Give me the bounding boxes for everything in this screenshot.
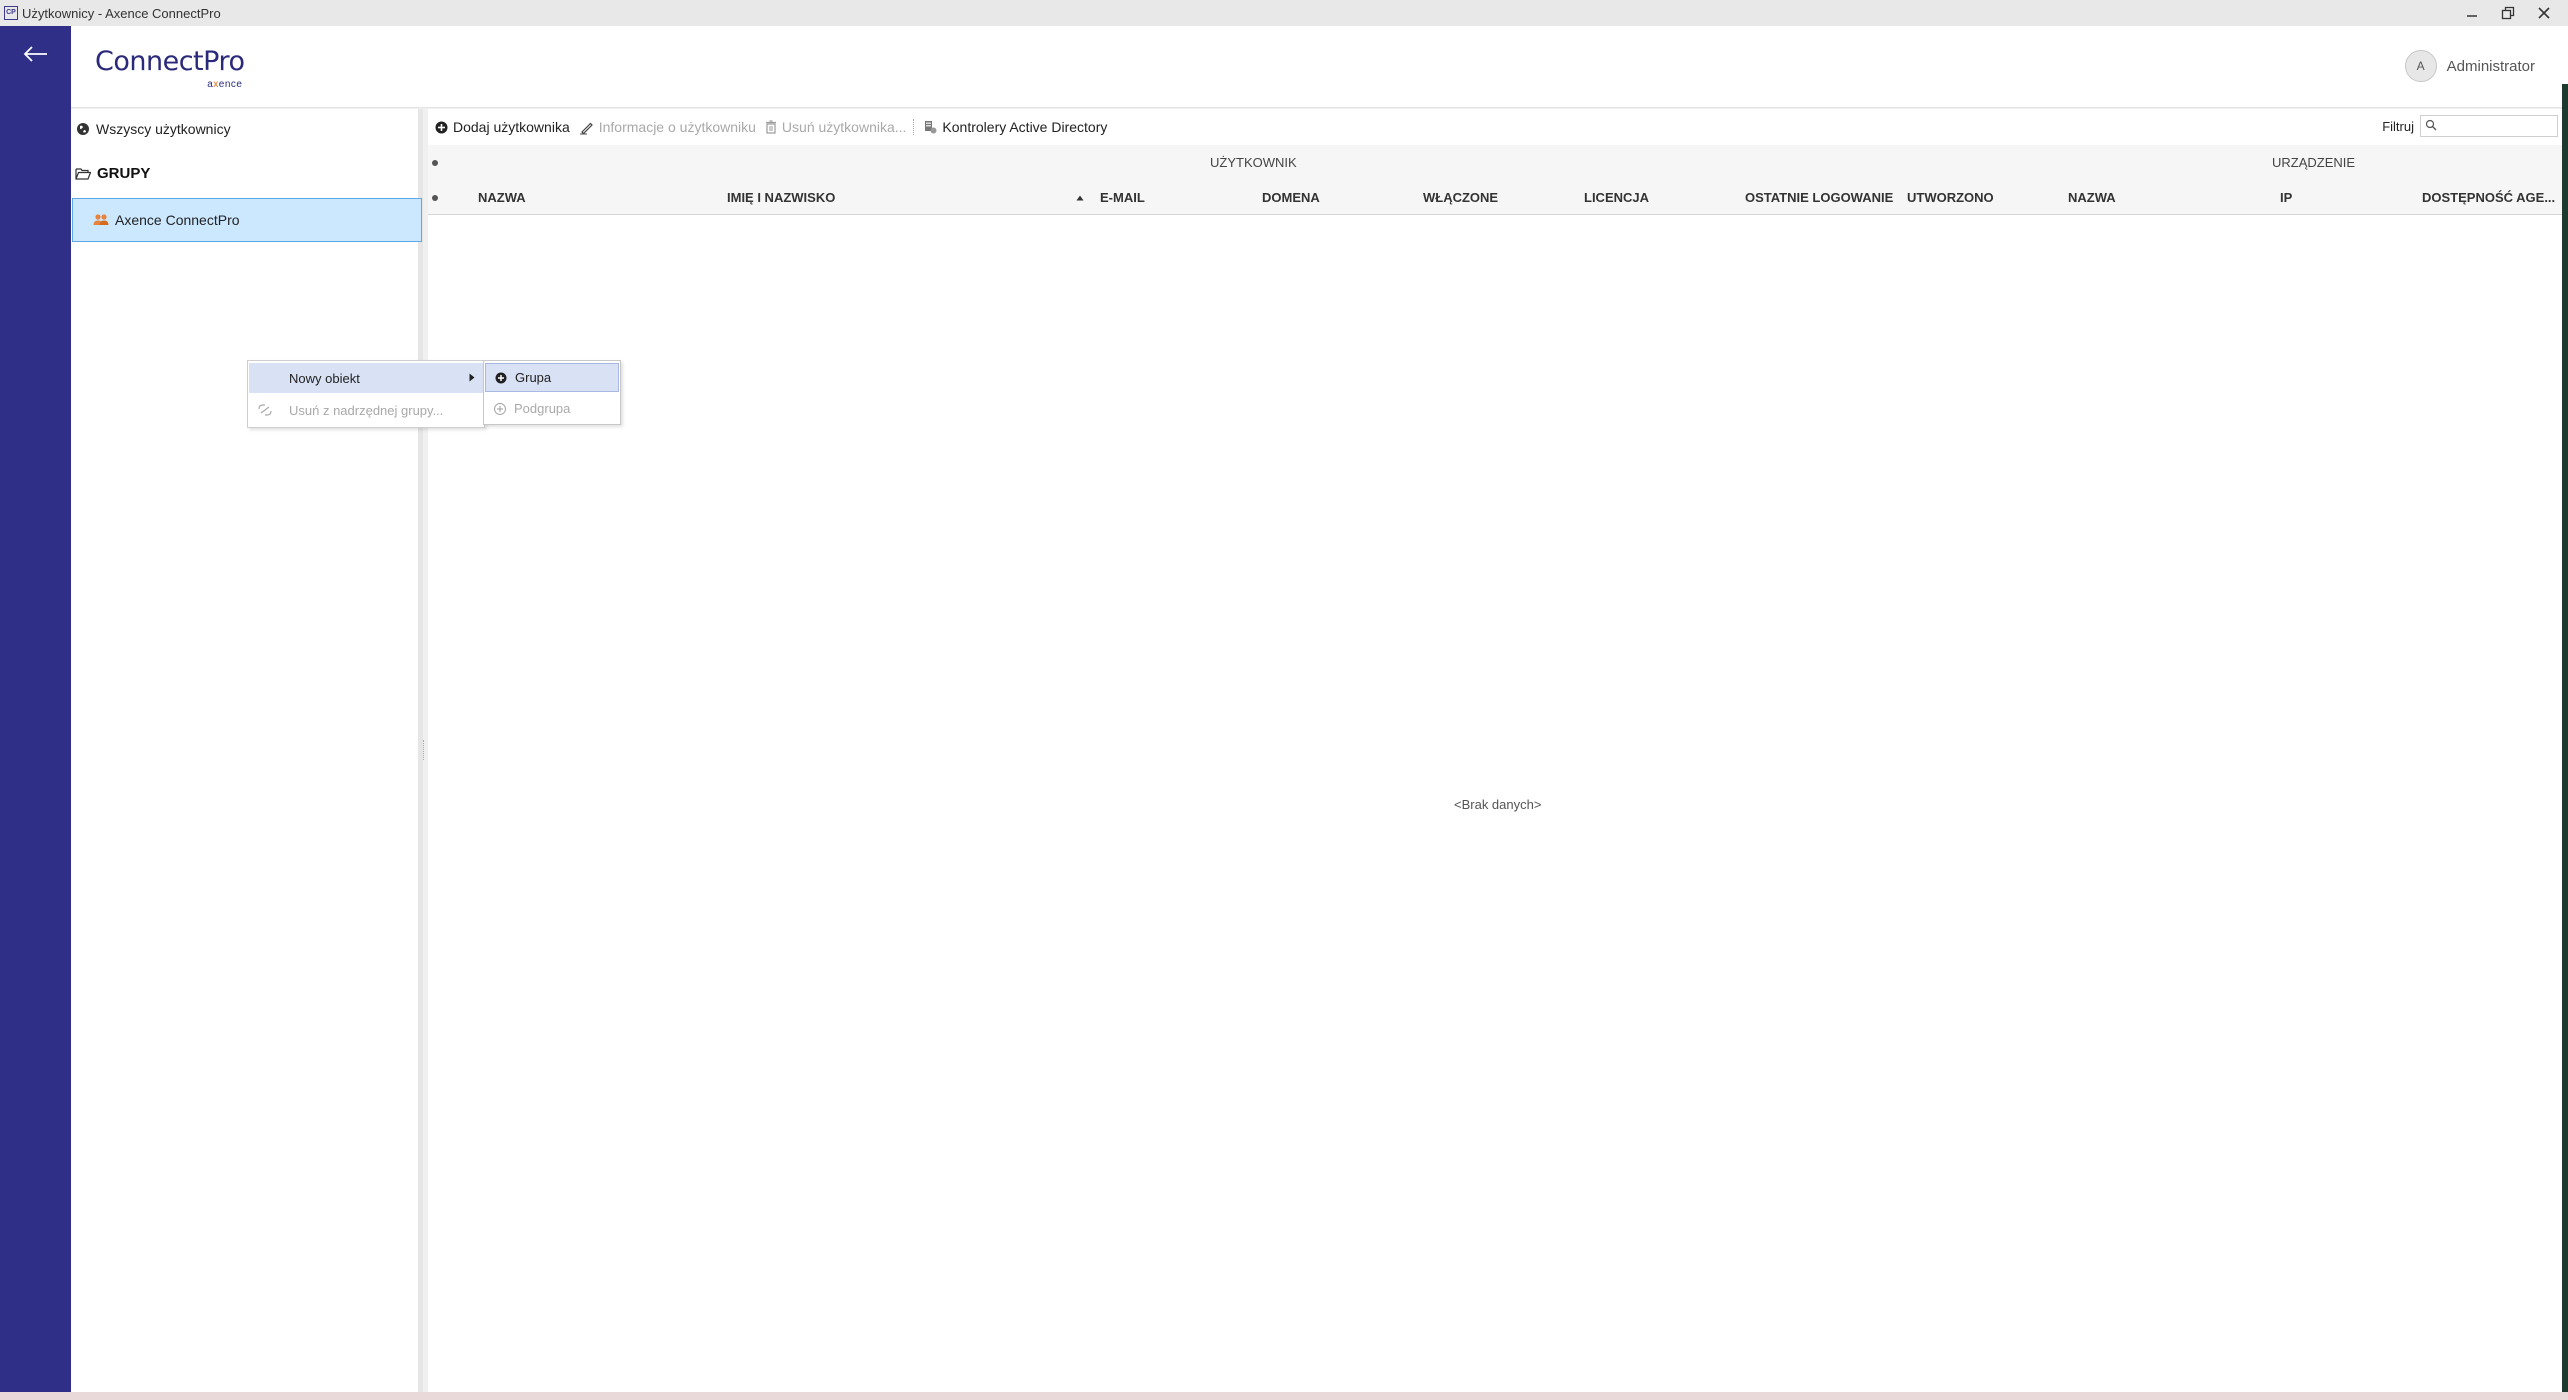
plus-circle-icon [435, 121, 448, 133]
remove-from-parent-label: Usuń z nadrzędnej grupy... [289, 402, 444, 418]
filter-input[interactable] [2420, 115, 2558, 137]
logo-brand: ConnectPro [95, 46, 245, 77]
user-name[interactable]: Administrator [2447, 58, 2535, 75]
subgroup-label: Podgrupa [514, 401, 571, 416]
users-panel: Dodaj użytkownika Informacje o użytkowni… [428, 109, 2562, 1392]
menu-item-remove-from-parent[interactable]: Usuń z nadrzędnej grupy... [249, 395, 483, 425]
all-users-label: Wszyscy użytkownicy [96, 121, 231, 137]
all-users-item[interactable]: Wszyscy użytkownicy [76, 121, 231, 137]
delete-user-button[interactable]: Usuń użytkownika... [765, 119, 907, 135]
filter-label: Filtruj [2382, 118, 2414, 134]
trash-icon [765, 120, 776, 134]
plus-circle-icon [495, 372, 507, 383]
column-header-license[interactable]: LICENCJA [1584, 180, 1649, 215]
empty-table-message: <Brak danych> [1454, 797, 1542, 812]
new-object-submenu: Grupa Podgrupa [483, 360, 621, 425]
user-info-button[interactable]: Informacje o użytkowniku [579, 119, 756, 135]
ad-controllers-button[interactable]: Kontrolery Active Directory [923, 119, 1107, 135]
group-header-device: URZĄDZENIE [2272, 155, 2356, 170]
column-header-agent-availability[interactable]: DOSTĘPNOŚĆ AGE... [2422, 180, 2555, 215]
column-header-full-name[interactable]: IMIĘ I NAZWISKO [727, 180, 835, 215]
column-header-device-name[interactable]: NAZWA [2068, 180, 2116, 215]
menu-item-new-object[interactable]: Nowy obiekt [249, 363, 483, 393]
toolbar-separator [913, 119, 915, 135]
groups-heading: GRUPY [75, 165, 150, 182]
submenu-arrow-icon [469, 373, 475, 382]
column-header-dot[interactable] [432, 195, 438, 201]
back-button[interactable] [0, 26, 71, 82]
avatar[interactable]: A [2404, 50, 2437, 82]
group-header-dot [432, 160, 438, 166]
window-controls [2462, 0, 2554, 26]
close-icon[interactable] [2534, 3, 2554, 23]
sidebar-splitter[interactable] [423, 740, 426, 760]
minimize-icon[interactable] [2462, 3, 2482, 23]
arrow-left-icon [23, 46, 47, 62]
user-info-label: Informacje o użytkowniku [598, 119, 756, 135]
search-icon [2425, 119, 2437, 131]
title-bar: CP Użytkownicy - Axence ConnectPro [0, 0, 2568, 26]
users-toolbar: Dodaj użytkownika Informacje o użytkowni… [428, 109, 2562, 145]
new-object-label: Nowy obiekt [289, 370, 360, 386]
column-header-email[interactable]: E-MAIL [1100, 180, 1145, 215]
filter-area: Filtruj [2382, 115, 2558, 137]
column-header-domain[interactable]: DOMENA [1262, 180, 1320, 215]
pencil-icon [579, 122, 593, 134]
user-menu[interactable]: A Administrator [2404, 50, 2535, 82]
submenu-item-group[interactable]: Grupa [485, 363, 619, 392]
taskbar-strip [0, 1392, 2568, 1400]
app-header: ConnectPro axence A Administrator [71, 26, 2568, 108]
group-label: Grupa [515, 370, 552, 385]
delete-user-label: Usuń użytkownika... [781, 119, 907, 135]
column-header-name[interactable]: NAZWA [478, 180, 526, 215]
window-edge [2562, 84, 2568, 1392]
restore-icon[interactable] [2498, 3, 2518, 23]
column-header-last-login[interactable]: OSTATNIE LOGOWANIE [1745, 180, 1893, 215]
table-group-header: UŻYTKOWNIK URZĄDZENIE [428, 145, 2562, 180]
table-column-header: NAZWA IMIĘ I NAZWISKO E-MAIL DOMENA WŁĄC… [428, 180, 2562, 215]
navigation-rail [0, 26, 71, 1392]
column-header-created[interactable]: UTWORZONO [1907, 180, 1994, 215]
groups-title: GRUPY [97, 165, 151, 182]
users-group-icon [93, 214, 109, 225]
groups-sidebar: Wszyscy użytkownicy GRUPY Axence Connect… [71, 109, 423, 1392]
globe-icon [77, 123, 89, 135]
submenu-item-subgroup[interactable]: Podgrupa [485, 394, 619, 423]
add-user-button[interactable]: Dodaj użytkownika [435, 119, 570, 135]
group-context-menu: Nowy obiekt Usuń z nadrzędnej grupy... [247, 360, 485, 428]
server-icon [925, 121, 937, 134]
connectpro-logo: ConnectPro axence [95, 46, 245, 90]
plus-circle-icon [494, 402, 506, 415]
folder-open-icon [75, 168, 91, 180]
column-header-ip[interactable]: IP [2280, 180, 2292, 215]
add-user-label: Dodaj użytkownika [453, 119, 570, 135]
group-label: Axence ConnectPro [115, 212, 240, 228]
unlink-icon [258, 404, 272, 416]
app-icon: CP [4, 6, 18, 20]
column-header-enabled[interactable]: WŁĄCZONE [1423, 180, 1498, 215]
logo-sub: axence [207, 79, 243, 90]
group-item-axence-connectpro[interactable]: Axence ConnectPro [72, 198, 422, 242]
sort-ascending-icon [1076, 180, 1084, 215]
group-header-user: UŻYTKOWNIK [1210, 155, 1297, 170]
ad-controllers-label: Kontrolery Active Directory [942, 119, 1108, 135]
window-title: Użytkownicy - Axence ConnectPro [22, 5, 221, 21]
